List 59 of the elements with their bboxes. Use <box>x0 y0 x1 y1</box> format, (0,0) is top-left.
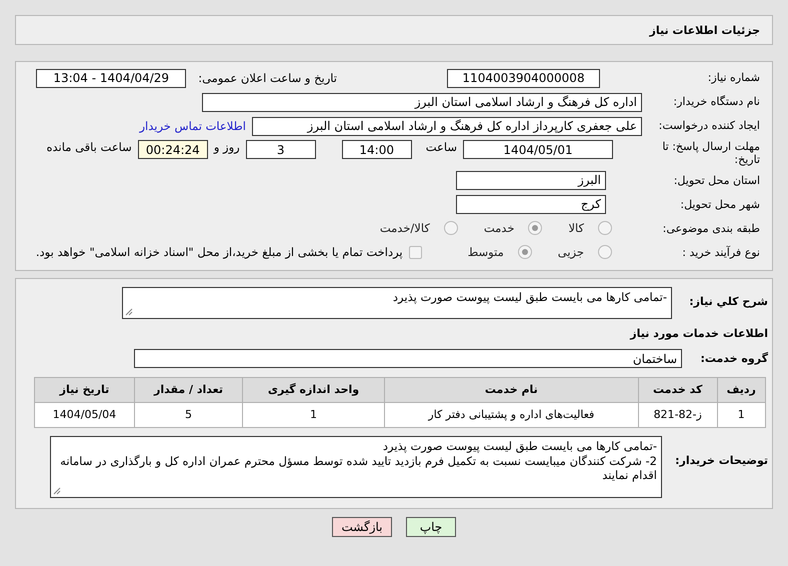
buyer-field: اداره کل فرهنگ و ارشاد اسلامی استان البرز <box>202 92 642 112</box>
radio-button[interactable] <box>598 221 612 236</box>
checkbox[interactable] <box>408 246 422 259</box>
field-label: استان محل تحویل: <box>672 174 760 187</box>
field-label: گروه خدمت: <box>699 352 768 366</box>
field-label: نوع فرآیند خرید : <box>681 246 760 259</box>
table-cell: 1 <box>242 402 384 428</box>
back-button[interactable]: بازگشت <box>332 516 392 537</box>
need-number-field: 1104003904000008 <box>447 68 600 88</box>
service-group-field: ساختمان <box>134 349 682 368</box>
field-label: توضیحات خریدار: <box>674 452 768 467</box>
table-cell: فعالیت‌های اداره و پشتیبانی دفتر کار <box>384 402 638 428</box>
column-header: کد خدمت <box>638 377 718 402</box>
page-title: جزئیات اطلاعات نیاز <box>15 15 773 45</box>
radio-button[interactable] <box>444 221 458 236</box>
field-label: نام دستگاه خریدار: <box>672 95 760 109</box>
radio-button[interactable] <box>528 221 542 236</box>
announce-date-field: 1404/04/29 - 13:04 <box>36 68 186 88</box>
city-field: کرج <box>456 194 606 214</box>
radio-button[interactable] <box>598 245 612 260</box>
radio-label: کالا/خدمت <box>380 221 430 236</box>
radio-label: جزیی <box>558 245 584 260</box>
province-field: البرز <box>456 170 606 190</box>
deadline-date-field: 1404/05/01 <box>463 140 613 159</box>
radio-button[interactable] <box>518 245 532 260</box>
deadline-time-field: 14:00 <box>342 140 412 159</box>
radio-label: متوسط <box>468 245 504 260</box>
field-label: شرح کلي نیاز: <box>688 294 768 309</box>
field-label: مهلت ارسال پاسخ: تا تاریخ: <box>661 140 760 166</box>
column-header: تاریخ نیاز <box>34 377 134 402</box>
buyer-notes-text-area[interactable]: -تمامی کارها می بایست طبق لیست پیوست صورت پذیرد 2- شرکت کنندگان میبایست نسبت به تکمیل فرم بازدید تایید شده توسط مسؤل محترم عمران اداره کل و بارگذاری در سامانه اقدام نمایند <box>50 436 662 498</box>
table-cell: 5 <box>134 402 243 428</box>
column-header: ردیف <box>717 377 766 402</box>
creator-field: علی جعفری کارپرداز اداره کل فرهنگ و ارشاد اسلامی استان البرز <box>252 116 642 136</box>
table-cell: 1404/05/04 <box>34 402 134 428</box>
field-label: ایجاد کننده درخواست: <box>658 119 760 133</box>
days-field: 3 <box>246 140 316 159</box>
summary-text-area[interactable]: -تمامی کارها می بایست طبق لیست پیوست صورت پذیرد <box>122 287 672 320</box>
checkbox-label: پرداخت تمام یا بخشی از مبلغ خرید،از محل "اسناد خزانه اسلامی" خواهد بود. <box>36 245 403 260</box>
table-cell: 1 <box>717 402 766 428</box>
field-label: شهر محل تحویل: <box>679 198 760 211</box>
field-label: طبقه بندی موضوعی: <box>662 222 760 235</box>
column-header: واحد اندازه گیری <box>242 377 384 402</box>
table-cell: ز-82-821 <box>638 402 718 428</box>
radio-label: کالا <box>568 221 584 236</box>
resize-grip-icon[interactable] <box>125 308 133 316</box>
field-label: شماره نیاز: <box>706 71 760 85</box>
field-label: روز و <box>214 140 240 154</box>
remaining-time-field: 00:24:24 <box>138 140 208 159</box>
radio-label: خدمت <box>484 221 514 236</box>
field-label: ساعت باقی مانده <box>46 140 132 154</box>
section-title: اطلاعات خدمات مورد نیاز <box>628 327 768 341</box>
contact-link[interactable]: اطلاعات تماس خریدار <box>139 119 246 133</box>
resize-grip-icon[interactable] <box>53 486 61 495</box>
field-label: ساعت <box>426 140 457 154</box>
field-label: تاریخ و ساعت اعلان عمومی: <box>198 71 337 85</box>
column-header: نام خدمت <box>384 377 638 402</box>
column-header: تعداد / مقدار <box>134 377 243 402</box>
print-button[interactable]: چاپ <box>406 516 456 537</box>
